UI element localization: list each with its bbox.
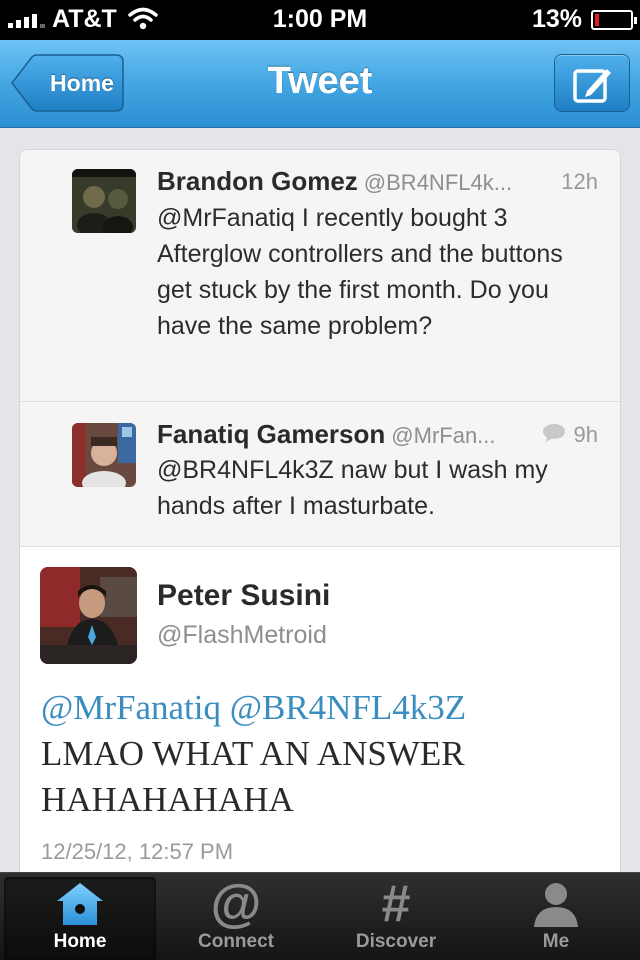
tweet-text: @BR4NFL4k3Z naw but I wash my hands afte… [157,456,548,520]
tweet-time-text: 9h [573,422,598,447]
conversation-bubble-icon [542,423,566,449]
author-handle[interactable]: @FlashMetroid [157,621,327,650]
hash-icon: # [381,875,411,933]
author-name: Fanatiq Gamerson [157,419,386,449]
tweet-header: Brandon Gomez @BR4NFL4k... 12h [157,166,598,198]
at-sign-icon: @ [210,875,262,933]
tweet-text: @MrFanatiq @BR4NFL4k3Z LMAO WHAT AN ANSW… [41,685,601,823]
battery-icon [591,10,637,30]
avatar[interactable] [72,423,136,487]
tweet-card: Brandon Gomez @BR4NFL4k... 12h @MrFanatiq… [19,149,621,872]
compose-icon [573,69,611,103]
tab-connect[interactable]: @ Connect [156,873,316,960]
tweet-time: 9h [535,422,598,449]
tab-discover[interactable]: # Discover [316,873,476,960]
avatar[interactable] [72,169,136,233]
tab-label: Connect [198,931,274,952]
author-name[interactable]: Peter Susini [157,579,330,613]
tweet-text: @MrFanatiq I recently bought 3 Afterglow… [157,204,563,340]
person-icon [476,879,636,929]
tweet-thread: Brandon Gomez @BR4NFL4k... 12h @MrFanatiq… [0,129,640,872]
reply-tweet-1[interactable]: Brandon Gomez @BR4NFL4k... 12h @MrFanatiq… [20,150,620,402]
tweet-time: 12h [555,169,598,195]
tweet-date: 12/25/12, 12:57 PM [41,839,234,864]
compose-button[interactable] [554,54,630,112]
mention-link[interactable]: @MrFanatiq [41,688,221,727]
tab-me[interactable]: Me [476,873,636,960]
tab-label: Me [542,931,570,952]
status-bar: AT&T 1:00 PM 13% [0,0,640,40]
mention-link[interactable]: @BR4NFL4k3Z [230,688,466,727]
tweet-header: Fanatiq Gamerson @MrFan... 9h [157,419,598,451]
reply-tweet-2[interactable]: Fanatiq Gamerson @MrFan... 9h @BR4NFL4k3Z… [20,402,620,547]
tab-label: Home [53,931,107,952]
main-tweet: Peter Susini @FlashMetroid @MrFanatiq @B… [20,547,620,872]
author-handle: @MrFan... [391,423,496,448]
home-icon [4,879,156,929]
tab-home[interactable]: Home [4,877,156,960]
navigation-bar: Home Tweet [0,40,640,128]
avatar[interactable] [40,567,137,664]
page-title: Tweet [267,60,373,102]
tab-label: Discover [355,931,437,952]
tweet-body: LMAO WHAT AN ANSWER HAHAHAHAHA [41,734,465,819]
tab-bar: Home @ Connect # Discover Me [0,872,640,960]
author-name: Brandon Gomez [157,166,358,196]
author-handle: @BR4NFL4k... [363,170,513,195]
battery-percent: 13% [531,5,582,33]
tweet-time-text: 12h [561,169,598,194]
